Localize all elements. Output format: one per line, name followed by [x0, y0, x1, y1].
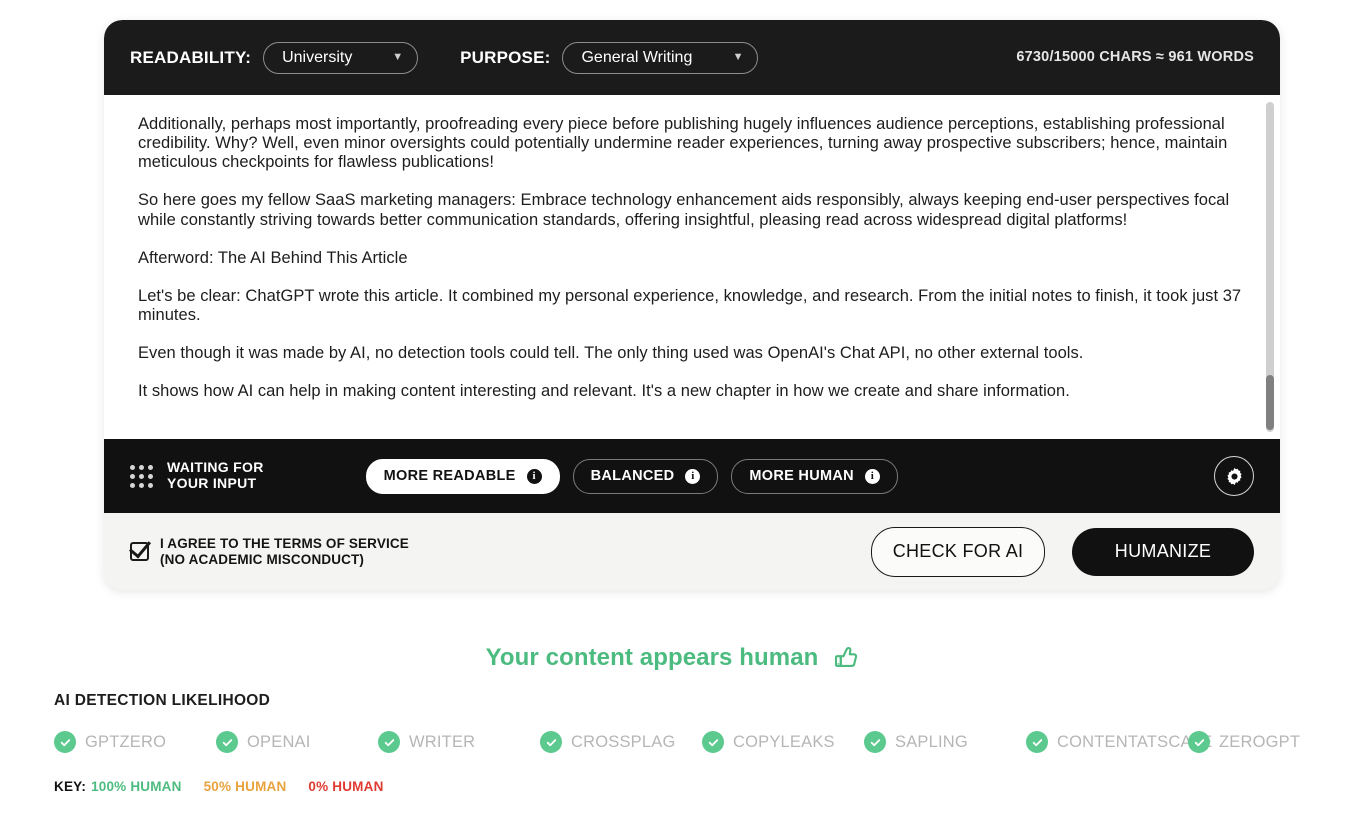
consent-bar: I AGREE TO THE TERMS OF SERVICE (NO ACAD… — [104, 513, 1280, 590]
detector-name: CROSSPLAG — [571, 733, 676, 752]
info-icon[interactable]: i — [685, 469, 700, 484]
info-icon[interactable]: i — [527, 469, 542, 484]
purpose-select[interactable]: General Writing ▼ — [562, 42, 758, 74]
editor-paragraph: Even though it was made by AI, no detect… — [138, 344, 1246, 363]
detector-name: COPYLEAKS — [733, 733, 835, 752]
editor-paragraph: Afterword: The AI Behind This Article — [138, 249, 1246, 268]
settings-toolbar: READABILITY: University ▼ PURPOSE: Gener… — [104, 20, 1280, 95]
chevron-down-icon: ▼ — [733, 52, 744, 63]
detector-name: WRITER — [409, 733, 475, 752]
mode-label: MORE READABLE — [384, 468, 516, 484]
status-text: WAITING FOR YOUR INPUT — [167, 460, 264, 491]
info-icon[interactable]: i — [865, 469, 880, 484]
editor-paragraph: It shows how AI can help in making conte… — [138, 382, 1246, 401]
detector-item: SAPLING — [864, 731, 1026, 753]
detection-title: AI DETECTION LIKELIHOOD — [54, 692, 1344, 710]
check-circle-icon — [378, 731, 400, 753]
detector-item: GPTZERO — [54, 731, 216, 753]
readability-value: University — [282, 49, 352, 67]
terms-line-1: I AGREE TO THE TERMS OF SERVICE — [160, 536, 409, 551]
status-line-1: WAITING FOR — [167, 459, 264, 475]
gear-icon — [1224, 466, 1245, 487]
legend-0-human: 0% HUMAN — [308, 779, 383, 794]
check-circle-icon — [1026, 731, 1048, 753]
chevron-down-icon: ▼ — [392, 52, 403, 63]
character-counter: 6730/15000 CHARS ≈ 961 WORDS — [1016, 46, 1254, 69]
detector-name: ZEROGPT — [1219, 733, 1300, 752]
mode-button-group: MORE READABLE i BALANCED i MORE HUMAN i — [366, 459, 898, 494]
detector-item: CONTENTATSCALE — [1026, 731, 1188, 753]
detector-item: OPENAI — [216, 731, 378, 753]
check-circle-icon — [540, 731, 562, 753]
mode-toolbar: WAITING FOR YOUR INPUT MORE READABLE i B… — [104, 439, 1280, 513]
cta-group: CHECK FOR AI HUMANIZE — [871, 527, 1254, 577]
editor-scrollbar-thumb[interactable] — [1266, 375, 1274, 430]
legend-50-human: 50% HUMAN — [204, 779, 287, 794]
status-indicator: WAITING FOR YOUR INPUT — [130, 460, 264, 491]
check-circle-icon — [702, 731, 724, 753]
mode-balanced-button[interactable]: BALANCED i — [573, 459, 719, 494]
detector-list: GPTZERO OPENAI WRITER CROSSPLAG COPYLEAK… — [54, 731, 1344, 753]
checkmark-icon — [129, 535, 151, 558]
editor-paragraph: Let's be clear: ChatGPT wrote this artic… — [138, 287, 1246, 325]
readability-label: READABILITY: — [130, 48, 251, 68]
detection-section: AI DETECTION LIKELIHOOD GPTZERO OPENAI W… — [54, 692, 1344, 753]
verdict-text: Your content appears human — [486, 644, 819, 672]
legend-label: KEY: — [54, 779, 86, 794]
detector-item: CROSSPLAG — [540, 731, 702, 753]
legend-key: KEY: 100% HUMAN 50% HUMAN 0% HUMAN — [54, 779, 384, 794]
terms-line-2: (NO ACADEMIC MISCONDUCT) — [160, 552, 364, 567]
detector-name: GPTZERO — [85, 733, 166, 752]
check-for-ai-button[interactable]: CHECK FOR AI — [871, 527, 1045, 577]
terms-label: I AGREE TO THE TERMS OF SERVICE (NO ACAD… — [160, 536, 409, 567]
terms-agreement[interactable]: I AGREE TO THE TERMS OF SERVICE (NO ACAD… — [130, 536, 409, 567]
verdict-banner: Your content appears human — [0, 643, 1348, 673]
purpose-value: General Writing — [581, 49, 692, 67]
readability-select[interactable]: University ▼ — [263, 42, 418, 74]
mode-label: BALANCED — [591, 468, 675, 484]
mode-label: MORE HUMAN — [749, 468, 854, 484]
check-circle-icon — [216, 731, 238, 753]
status-line-2: YOUR INPUT — [167, 475, 256, 491]
editor-paragraph: So here goes my fellow SaaS marketing ma… — [138, 191, 1246, 229]
check-circle-icon — [864, 731, 886, 753]
detector-item: ZEROGPT — [1188, 731, 1348, 753]
text-editor[interactable]: Additionally, perhaps most importantly, … — [104, 95, 1280, 439]
detector-item: COPYLEAKS — [702, 731, 864, 753]
check-circle-icon — [1188, 731, 1210, 753]
humanizer-card: READABILITY: University ▼ PURPOSE: Gener… — [104, 20, 1280, 590]
mode-more-readable-button[interactable]: MORE READABLE i — [366, 459, 560, 494]
thumbs-up-icon — [832, 643, 862, 673]
terms-checkbox[interactable] — [130, 542, 149, 561]
detector-name: SAPLING — [895, 733, 968, 752]
detector-item: WRITER — [378, 731, 540, 753]
settings-button[interactable] — [1214, 456, 1254, 496]
detector-name: OPENAI — [247, 733, 311, 752]
check-circle-icon — [54, 731, 76, 753]
purpose-label: PURPOSE: — [460, 48, 550, 68]
legend-100-human: 100% HUMAN — [91, 779, 182, 794]
humanize-button[interactable]: HUMANIZE — [1072, 528, 1254, 576]
editor-paragraph: Additionally, perhaps most importantly, … — [138, 115, 1246, 172]
mode-more-human-button[interactable]: MORE HUMAN i — [731, 459, 898, 494]
dot-grid-icon — [130, 465, 153, 488]
